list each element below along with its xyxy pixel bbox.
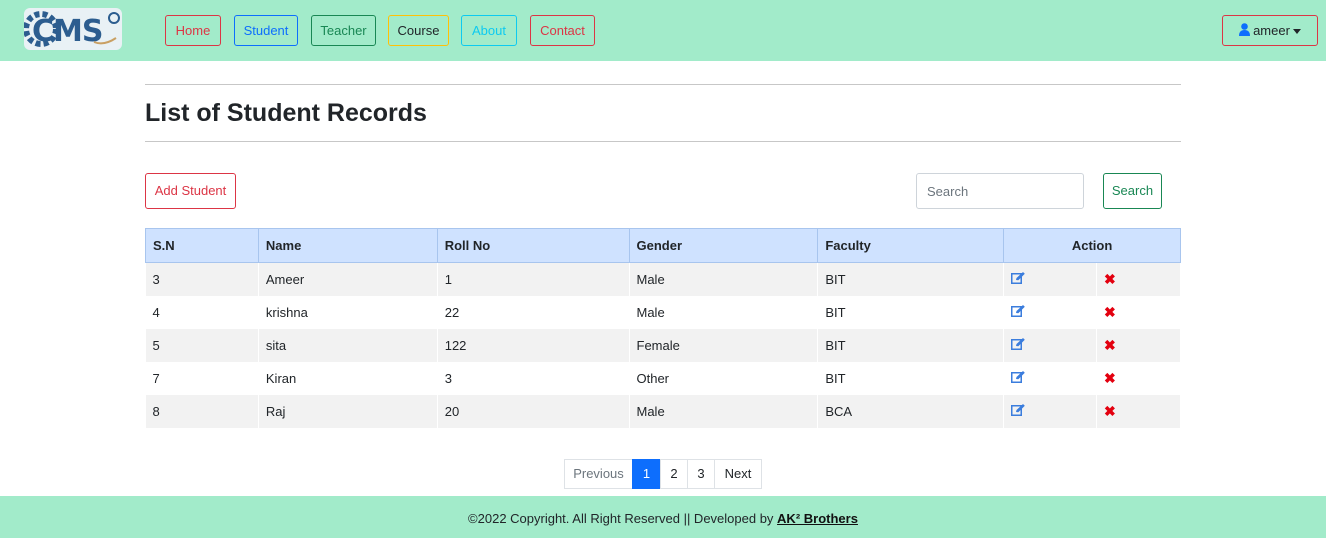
cell-roll: 1: [437, 262, 630, 296]
cell-name: Kiran: [258, 361, 438, 395]
cell-name: Ameer: [258, 262, 438, 296]
pagination: Previous 1 2 3 Next: [564, 459, 762, 489]
edit-action[interactable]: [1003, 394, 1098, 428]
table-row: 7 Kiran 3 Other BIT ✖: [145, 361, 1181, 395]
search-button[interactable]: Search: [1103, 173, 1162, 209]
divider-bottom: [145, 141, 1181, 142]
edit-icon[interactable]: [1011, 371, 1025, 386]
delete-icon[interactable]: ✖: [1104, 403, 1116, 419]
cell-sn: 8: [145, 394, 259, 428]
cell-faculty: BIT: [817, 361, 1005, 395]
cell-name: krishna: [258, 295, 438, 329]
nav-teacher[interactable]: Teacher: [311, 15, 376, 46]
delete-icon[interactable]: ✖: [1104, 337, 1116, 353]
pagination-page-1[interactable]: 1: [632, 459, 661, 489]
cell-sn: 4: [145, 295, 259, 329]
cell-gender: Male: [629, 295, 819, 329]
pagination-next[interactable]: Next: [714, 459, 762, 489]
footer-copyright: ©2022 Copyright. All Right Reserved || D…: [468, 511, 778, 526]
table-row: 5 sita 122 Female BIT ✖: [145, 328, 1181, 362]
header-action: Action: [1003, 228, 1181, 263]
delete-icon[interactable]: ✖: [1104, 271, 1116, 287]
cell-gender: Female: [629, 328, 819, 362]
cell-sn: 7: [145, 361, 259, 395]
user-icon: [1239, 17, 1251, 46]
edit-action[interactable]: [1003, 361, 1098, 395]
user-name: ameer: [1253, 23, 1290, 38]
delete-action[interactable]: ✖: [1096, 262, 1181, 296]
nav-course[interactable]: Course: [388, 15, 449, 46]
divider-top: [145, 84, 1181, 85]
cell-gender: Male: [629, 394, 819, 428]
header-sn: S.N: [145, 228, 259, 263]
header-name: Name: [257, 228, 438, 263]
cell-roll: 22: [437, 295, 630, 329]
cell-faculty: BIT: [817, 295, 1005, 329]
user-dropdown-button[interactable]: ameer: [1222, 15, 1318, 46]
cell-roll: 122: [437, 328, 630, 362]
edit-action[interactable]: [1003, 262, 1098, 296]
edit-action[interactable]: [1003, 328, 1098, 362]
edit-icon[interactable]: [1011, 272, 1025, 287]
header-faculty: Faculty: [817, 228, 1005, 263]
svg-text:CMS: CMS: [32, 14, 102, 49]
header-gender: Gender: [628, 228, 819, 263]
add-student-button[interactable]: Add Student: [145, 173, 236, 209]
cell-faculty: BIT: [817, 328, 1005, 362]
delete-action[interactable]: ✖: [1096, 361, 1181, 395]
table-row: 3 Ameer 1 Male BIT ✖: [145, 262, 1181, 296]
chevron-down-icon: [1292, 29, 1301, 35]
page-title: List of Student Records: [145, 99, 427, 127]
student-records-table: S.N Name Roll No Gender Faculty Action 3…: [145, 228, 1181, 428]
delete-action[interactable]: ✖: [1096, 328, 1181, 362]
cell-name: Raj: [258, 394, 438, 428]
nav-home[interactable]: Home: [165, 15, 221, 46]
cell-roll: 20: [437, 394, 630, 428]
header-roll-no: Roll No: [436, 228, 630, 263]
delete-icon[interactable]: ✖: [1104, 304, 1116, 320]
cell-gender: Other: [629, 361, 819, 395]
cell-faculty: BIT: [817, 262, 1005, 296]
pagination-previous[interactable]: Previous: [564, 459, 633, 489]
edit-icon[interactable]: [1011, 338, 1025, 353]
cell-faculty: BCA: [817, 394, 1005, 428]
search-input[interactable]: [916, 173, 1084, 209]
edit-action[interactable]: [1003, 295, 1098, 329]
footer: ©2022 Copyright. All Right Reserved || D…: [0, 496, 1326, 538]
edit-icon[interactable]: [1011, 305, 1025, 320]
navbar: CMS Home Student Teacher Course About Co…: [0, 0, 1326, 61]
cms-logo[interactable]: CMS: [23, 8, 122, 50]
cell-sn: 3: [145, 262, 259, 296]
delete-action[interactable]: ✖: [1096, 394, 1181, 428]
nav-contact[interactable]: Contact: [530, 15, 595, 46]
pagination-page-2[interactable]: 2: [660, 459, 688, 489]
cell-sn: 5: [145, 328, 259, 362]
table-row: 8 Raj 20 Male BCA ✖: [145, 394, 1181, 428]
cell-gender: Male: [629, 262, 819, 296]
delete-action[interactable]: ✖: [1096, 295, 1181, 329]
cell-roll: 3: [437, 361, 630, 395]
table-row: 4 krishna 22 Male BIT ✖: [145, 295, 1181, 329]
cell-name: sita: [258, 328, 438, 362]
pagination-page-3[interactable]: 3: [687, 459, 715, 489]
nav-about[interactable]: About: [461, 15, 517, 46]
footer-brand-link[interactable]: AK² Brothers: [777, 511, 858, 526]
table-header-row: S.N Name Roll No Gender Faculty Action: [145, 228, 1181, 263]
edit-icon[interactable]: [1011, 404, 1025, 419]
nav-student[interactable]: Student: [234, 15, 298, 46]
delete-icon[interactable]: ✖: [1104, 370, 1116, 386]
